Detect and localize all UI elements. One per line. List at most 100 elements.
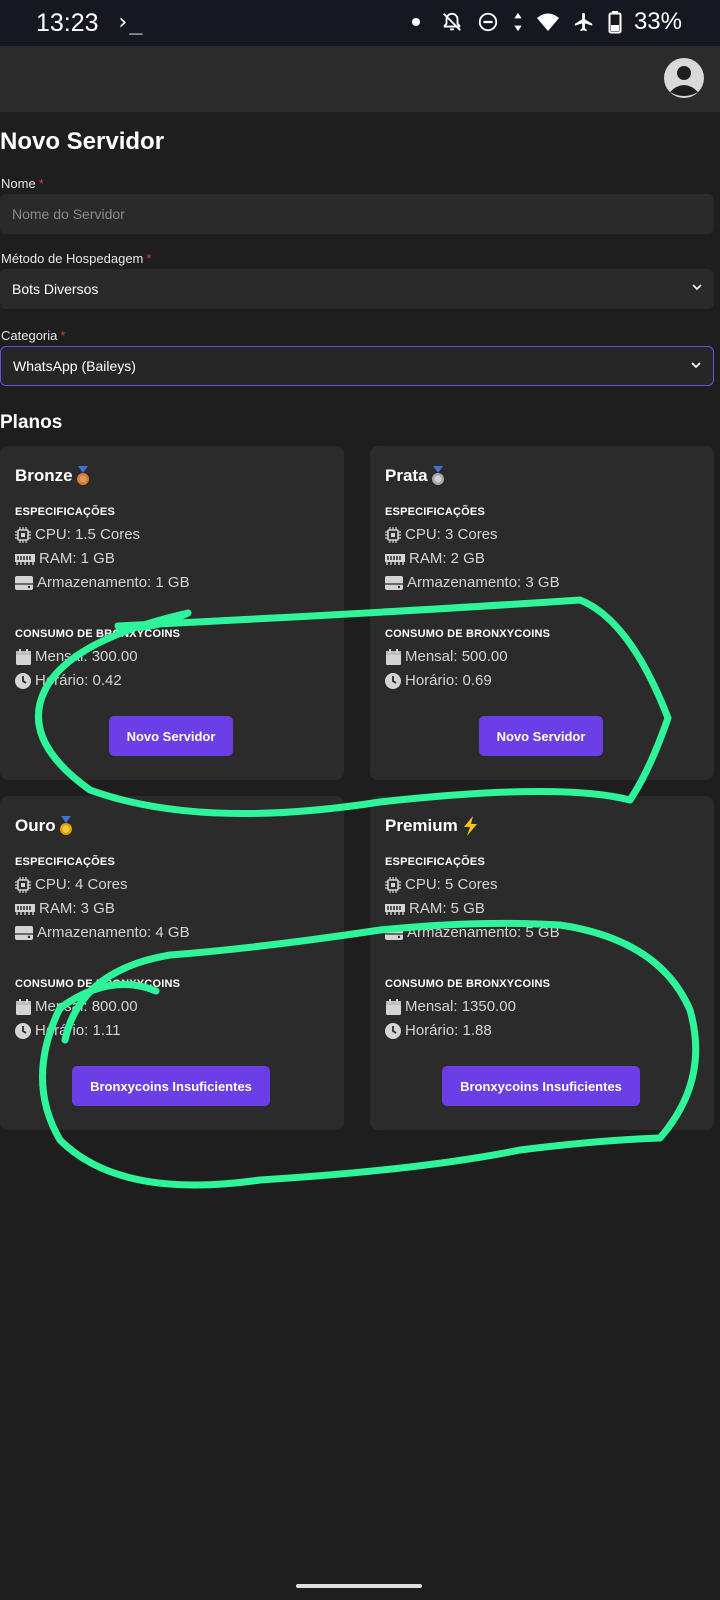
clock-icon [15,672,31,689]
storage-text: Armazenamento: 3 GB [407,574,560,591]
cpu-icon [385,526,401,543]
hosting-label-text: Método de Hospedagem [1,251,144,266]
plan-name: Premium [385,816,458,835]
dot-icon [404,10,428,34]
plan-title: Premium [385,816,480,836]
cpu-spec: CPU: 3 Cores [385,526,498,543]
calendar-icon [385,648,401,665]
chevron-down-icon [691,362,701,369]
required-asterisk: * [38,176,44,191]
lightning-icon [463,816,477,836]
specs-heading: ESPECIFICAÇÕES [385,506,485,518]
hard-drive-icon [385,575,403,591]
app-bar [0,46,720,112]
monthly-cost: Mensal: 800.00 [15,998,138,1015]
hosting-method-value: Bots Diversos [12,281,99,297]
notifications-off-icon [440,10,464,34]
server-name-input[interactable]: Nome do Servidor [0,194,714,234]
hard-drive-icon [385,925,403,941]
ram-text: RAM: 3 GB [39,900,115,917]
category-label-text: Categoria [1,328,58,343]
server-name-placeholder: Nome do Servidor [12,206,125,222]
account-circle-icon[interactable] [664,58,704,98]
new-server-button[interactable]: Novo Servidor [109,716,233,756]
consumption-heading: CONSUMO DE BRONXYCOINS [385,978,551,990]
memory-icon [385,551,405,567]
consumption-heading: CONSUMO DE BRONXYCOINS [385,628,551,640]
calendar-icon [15,998,31,1015]
plan-title: Ouro [15,816,74,836]
cpu-text: CPU: 5 Cores [405,876,498,893]
battery-icon [608,10,622,34]
cpu-text: CPU: 4 Cores [35,876,128,893]
status-bar: 13:23 ›_ 33% [0,0,720,46]
monthly-cost: Mensal: 1350.00 [385,998,516,1015]
hourly-text: Horário: 1.11 [35,1022,121,1039]
hourly-cost: Horário: 0.42 [15,672,122,689]
ram-text: RAM: 2 GB [409,550,485,567]
monthly-cost: Mensal: 500.00 [385,648,508,665]
required-asterisk: * [146,251,152,266]
memory-icon [15,901,35,917]
plan-card-ouro: Ouro ESPECIFICAÇÕES CPU: 4 Cores RAM: 3 … [0,796,344,1130]
monthly-text: Mensal: 800.00 [35,998,138,1015]
storage-text: Armazenamento: 5 GB [407,924,560,941]
monthly-cost: Mensal: 300.00 [15,648,138,665]
clock-icon [385,1022,401,1039]
plans-title: Planos [0,412,63,433]
plan-title: Prata [385,466,446,486]
hourly-text: Horário: 0.69 [405,672,492,689]
hourly-text: Horário: 0.42 [35,672,122,689]
storage-spec: Armazenamento: 3 GB [385,574,560,591]
plan-title: Bronze [15,466,91,486]
required-asterisk: * [60,328,66,343]
calendar-icon [385,998,401,1015]
memory-icon [15,551,35,567]
hourly-cost: Horário: 1.11 [15,1022,121,1039]
category-value: WhatsApp (Baileys) [13,358,136,374]
storage-spec: Armazenamento: 1 GB [15,574,190,591]
page-title: Novo Servidor [0,128,165,155]
home-indicator[interactable] [296,1584,422,1588]
do-not-disturb-icon [476,10,500,34]
data-arrows-icon [512,10,524,34]
memory-icon [385,901,405,917]
ram-spec: RAM: 3 GB [15,900,115,917]
consumption-heading: CONSUMO DE BRONXYCOINS [15,628,181,640]
clock-icon [385,672,401,689]
storage-text: Armazenamento: 1 GB [37,574,190,591]
specs-heading: ESPECIFICAÇÕES [15,856,115,868]
cpu-spec: CPU: 5 Cores [385,876,498,893]
category-select[interactable]: WhatsApp (Baileys) [0,346,714,386]
bronze-medal-icon [76,466,89,485]
new-server-button[interactable]: Novo Servidor [479,716,603,756]
cpu-icon [385,876,401,893]
ram-spec: RAM: 5 GB [385,900,485,917]
plan-name: Ouro [15,816,56,835]
insufficient-coins-button[interactable]: Bronxycoins Insuficientes [72,1066,270,1106]
wifi-icon [536,10,560,34]
cpu-icon [15,526,31,543]
cpu-text: CPU: 3 Cores [405,526,498,543]
ram-text: RAM: 1 GB [39,550,115,567]
battery-percentage: 33% [633,8,682,35]
storage-spec: Armazenamento: 4 GB [15,924,190,941]
silver-medal-icon [431,466,444,485]
hosting-method-select[interactable]: Bots Diversos [0,269,714,309]
plan-card-prata: Prata ESPECIFICAÇÕES CPU: 3 Cores RAM: 2… [370,446,714,780]
insufficient-coins-button[interactable]: Bronxycoins Insuficientes [442,1066,640,1106]
specs-heading: ESPECIFICAÇÕES [385,856,485,868]
hard-drive-icon [15,575,33,591]
hourly-text: Horário: 1.88 [405,1022,492,1039]
calendar-icon [15,648,31,665]
monthly-text: Mensal: 300.00 [35,648,138,665]
cpu-text: CPU: 1.5 Cores [35,526,141,543]
ram-spec: RAM: 2 GB [385,550,485,567]
plan-name: Bronze [15,466,73,485]
hourly-cost: Horário: 1.88 [385,1022,492,1039]
storage-text: Armazenamento: 4 GB [37,924,190,941]
plan-card-bronze: Bronze ESPECIFICAÇÕES CPU: 1.5 Cores RAM… [0,446,344,780]
hosting-field-label: Método de Hospedagem * [1,251,151,266]
plan-card-premium: Premium ESPECIFICAÇÕES CPU: 5 Cores RAM:… [370,796,714,1130]
ram-text: RAM: 5 GB [409,900,485,917]
